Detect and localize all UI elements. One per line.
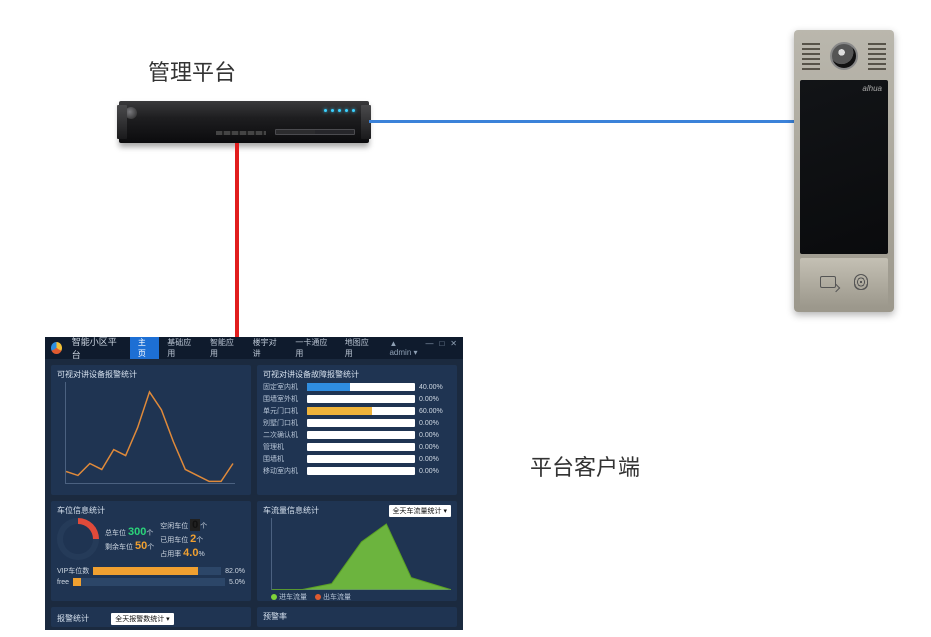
- hbar-value: 82.0%: [225, 568, 245, 575]
- stat-percent: 0.00%: [419, 456, 451, 463]
- panel-alarm-trend: 可视对讲设备报警统计: [51, 365, 251, 495]
- nav-map[interactable]: 地图应用: [337, 337, 380, 359]
- fingerprint-icon: [854, 274, 868, 290]
- stat-label: 围墙机: [263, 454, 303, 464]
- stat-row: 单元门口机 60.00%: [263, 406, 451, 416]
- panel-traffic: 车流量信息统计 全天车流量统计 ▾ 进车流量 出车流量: [257, 501, 457, 601]
- stat-percent: 0.00%: [419, 444, 451, 451]
- rfid-card-icon: [820, 276, 836, 288]
- stat-percent: 0.00%: [419, 468, 451, 475]
- label-platform-client: 平台客户端: [530, 450, 640, 482]
- traffic-range-dropdown[interactable]: 全天车流量统计 ▾: [389, 505, 451, 517]
- nav-home[interactable]: 主页: [130, 337, 159, 359]
- stat-label: 围墙室外机: [263, 394, 303, 404]
- app-title: 智能小区平台: [72, 337, 120, 361]
- panel-title: 可视对讲设备报警统计: [57, 369, 245, 380]
- stat-bar: [307, 467, 415, 475]
- stat-bar: [307, 431, 415, 439]
- stat-bar: [307, 443, 415, 451]
- panel-alarm-type: 可视对讲设备故障报警统计 固定室内机 40.00% 围墙室外机 0.00% 单元门口…: [257, 365, 457, 495]
- hbar-label: free: [57, 579, 69, 586]
- hbar-track: [93, 567, 221, 575]
- traffic-legend: 进车流量 出车流量: [271, 592, 451, 601]
- app-logo-icon: [51, 342, 62, 354]
- stat-row: 二次确认机 0.00%: [263, 430, 451, 440]
- alarm-range-dropdown[interactable]: 全天报警数统计 ▾: [111, 613, 173, 625]
- label-management-platform: 管理平台: [148, 55, 236, 87]
- door-station-screen: [800, 80, 888, 254]
- stat-percent: 60.00%: [419, 408, 451, 415]
- stat-bar: [307, 395, 415, 403]
- panel-parking: 车位信息统计 总车位 300个 剩余车位 50个 空闲车位 0个 已用车位 2个…: [51, 501, 251, 601]
- window-minimize-button[interactable]: —: [425, 339, 433, 357]
- panel-alarm-stats: 报警统计 全天报警数统计 ▾: [51, 607, 251, 627]
- stat-percent: 40.00%: [419, 384, 451, 391]
- stat-percent: 0.00%: [419, 432, 451, 439]
- hbar-label: VIP车位数: [57, 566, 89, 576]
- stat-bar: [307, 419, 415, 427]
- nav-intercom[interactable]: 楼宇对讲: [245, 337, 288, 359]
- panel-title: 车位信息统计: [57, 505, 245, 516]
- traffic-area-chart: [271, 518, 451, 590]
- camera-lens-icon: [830, 42, 858, 70]
- stat-percent: 0.00%: [419, 420, 451, 427]
- stat-row: 围墙室外机 0.00%: [263, 394, 451, 404]
- stat-percent: 0.00%: [419, 396, 451, 403]
- stat-label: 单元门口机: [263, 406, 303, 416]
- stat-label: 移动室内机: [263, 466, 303, 476]
- window-close-button[interactable]: ✕: [450, 339, 457, 357]
- legend-dot-icon: [315, 594, 321, 600]
- stat-bar: [307, 455, 415, 463]
- stat-label: 管理机: [263, 442, 303, 452]
- door-station-device: [794, 30, 894, 312]
- stat-label: 二次确认机: [263, 430, 303, 440]
- panel-title: 报警统计: [57, 614, 89, 623]
- legend-dot-icon: [271, 594, 277, 600]
- user-menu[interactable]: ▲ admin ▾: [389, 339, 419, 357]
- platform-client-window: 智能小区平台 主页 基础应用 智能应用 楼宇对讲 一卡通应用 地图应用 ▲ ad…: [45, 337, 463, 630]
- nav-card[interactable]: 一卡通应用: [287, 337, 336, 359]
- alarm-trend-chart: [65, 382, 235, 484]
- connector-server-to-doorstation: [369, 120, 801, 123]
- window-maximize-button[interactable]: □: [439, 339, 444, 357]
- speaker-grill-icon: [802, 42, 820, 70]
- panel-warning-rate: 预警率: [257, 607, 457, 627]
- panel-title: 可视对讲设备故障报警统计: [263, 369, 451, 380]
- stat-row: 管理机 0.00%: [263, 442, 451, 452]
- hbar-track: [73, 578, 225, 586]
- nav-basic[interactable]: 基础应用: [159, 337, 202, 359]
- stat-row: 固定室内机 40.00%: [263, 382, 451, 392]
- stat-row: 别墅门口机 0.00%: [263, 418, 451, 428]
- stat-label: 别墅门口机: [263, 418, 303, 428]
- hbar-value: 5.0%: [229, 579, 245, 586]
- parking-hbar: VIP车位数 82.0%: [57, 566, 245, 576]
- parking-gauge-icon: [57, 518, 99, 560]
- stat-row: 移动室内机 0.00%: [263, 466, 451, 476]
- server-rack-unit: [119, 101, 369, 143]
- stat-bar: [307, 383, 415, 391]
- speaker-grill-icon: [868, 42, 886, 70]
- nav-smart[interactable]: 智能应用: [202, 337, 245, 359]
- titlebar: 智能小区平台 主页 基础应用 智能应用 楼宇对讲 一卡通应用 地图应用 ▲ ad…: [45, 337, 463, 359]
- connector-server-to-client: [235, 143, 239, 337]
- stat-label: 固定室内机: [263, 382, 303, 392]
- stat-row: 围墙机 0.00%: [263, 454, 451, 464]
- stat-bar: [307, 407, 415, 415]
- main-nav: 主页 基础应用 智能应用 楼宇对讲 一卡通应用 地图应用: [130, 337, 380, 359]
- parking-hbar: free 5.0%: [57, 578, 245, 586]
- panel-title: 预警率: [263, 612, 287, 621]
